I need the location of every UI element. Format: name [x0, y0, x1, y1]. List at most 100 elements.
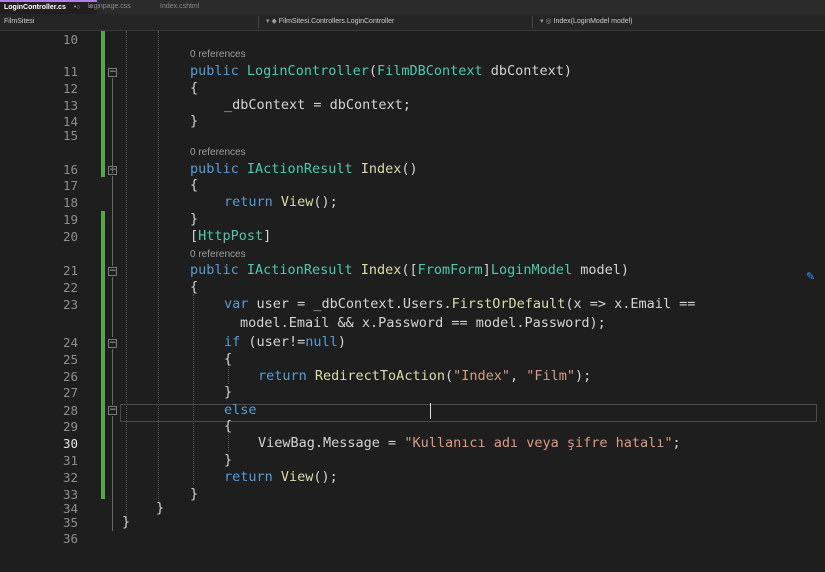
code-line-27[interactable]: }: [224, 384, 232, 400]
chevron-down-icon: ▾ ◎: [540, 18, 554, 25]
code-lens-references[interactable]: 0 references: [190, 249, 246, 260]
code-text: dbContext): [482, 63, 573, 79]
text-caret: [430, 403, 431, 419]
code-line-12[interactable]: {: [190, 80, 198, 96]
line-number: 20: [62, 229, 78, 244]
code-line-16[interactable]: public IActionResult Index(): [190, 161, 418, 177]
keyword: null: [305, 334, 338, 350]
project-label: FilmSitesi: [4, 18, 35, 25]
punct: ]: [263, 228, 272, 244]
line-number: 18: [62, 195, 78, 210]
line-number: 13: [62, 98, 78, 113]
code-lens-references[interactable]: 0 references: [190, 147, 246, 158]
method-name: FirstOrDefault: [451, 296, 566, 312]
tab-label: loginpage.css: [88, 3, 131, 10]
fold-icon[interactable]: −: [108, 406, 117, 415]
line-number: 32: [62, 470, 78, 485]
divider: [532, 16, 533, 28]
code-line-13[interactable]: _dbContext = dbContext;: [224, 97, 411, 113]
keyword: public: [190, 161, 239, 177]
tab-index-cshtml[interactable]: Index.cshtml: [156, 0, 203, 14]
change-bar: [101, 211, 105, 499]
attribute-name: FromForm: [417, 262, 483, 278]
code-line-24[interactable]: if (user!=null): [224, 334, 346, 350]
code-text: ();: [313, 469, 338, 485]
indent-guide: [126, 31, 127, 517]
method-name: Index: [352, 262, 402, 278]
tab-loginpage-css[interactable]: loginpage.css: [84, 0, 135, 14]
tab-logincontroller[interactable]: LoginController.cs •○ ×: [0, 0, 97, 14]
code-line-34[interactable]: }: [156, 500, 164, 516]
code-line-19[interactable]: }: [190, 211, 198, 227]
code-line-32[interactable]: return View();: [224, 469, 338, 485]
code-line-14[interactable]: }: [190, 113, 198, 129]
fold-rail: [112, 277, 113, 337]
code-line-11[interactable]: public LoginController(FilmDBContext dbC…: [190, 63, 572, 79]
tab-label: Index.cshtml: [160, 3, 200, 10]
line-number: 34: [62, 501, 78, 516]
punct: ;: [672, 435, 681, 451]
code-text: (x => x.Email ==: [565, 296, 696, 312]
code-lens-references[interactable]: 0 references: [190, 49, 246, 60]
method-name: View: [272, 194, 314, 210]
line-number: 33: [62, 487, 78, 502]
code-line-33[interactable]: }: [190, 486, 198, 502]
line-number: 36: [62, 531, 78, 546]
code-line-17[interactable]: {: [190, 177, 198, 193]
lightbulb-icon[interactable]: ✎: [806, 270, 815, 283]
fold-icon[interactable]: −: [108, 68, 117, 77]
method-name: RedirectToAction: [306, 368, 445, 384]
type-name: IActionResult: [246, 262, 353, 278]
code-line-18[interactable]: return View();: [224, 194, 338, 210]
punct: ,: [510, 368, 527, 384]
document-tab-bar: LoginController.cs •○ × loginpage.css In…: [0, 0, 825, 14]
line-number: 22: [62, 280, 78, 295]
fold-rail: [112, 416, 113, 531]
line-number: 10: [62, 32, 78, 47]
line-number: 26: [62, 369, 78, 384]
code-line-35[interactable]: }: [122, 514, 130, 530]
fold-icon[interactable]: −: [108, 267, 117, 276]
code-line-29[interactable]: {: [224, 418, 232, 434]
tab-label: LoginController.cs: [4, 4, 66, 11]
type-name: FilmDBContext: [376, 63, 483, 79]
code-line-25[interactable]: {: [224, 351, 232, 367]
code-text: (): [401, 161, 418, 177]
line-number: 21: [62, 263, 78, 278]
fold-icon[interactable]: −: [108, 339, 117, 348]
attribute-name: HttpPost: [198, 228, 264, 244]
code-line-22[interactable]: {: [190, 279, 198, 295]
code-line-20[interactable]: [HttpPost]: [190, 228, 271, 244]
line-number-current: 30: [62, 436, 78, 451]
code-line-21[interactable]: public IActionResult Index([FromForm]Log…: [190, 262, 629, 278]
member-label: Index(LoginModel model): [553, 18, 633, 25]
punct: ): [337, 334, 346, 350]
line-number: 31: [62, 453, 78, 468]
line-number: 17: [62, 178, 78, 193]
code-text: ViewBag.Message =: [258, 435, 405, 451]
member-dropdown[interactable]: ▾ ◎ Index(LoginModel model): [540, 14, 633, 30]
code-line-30[interactable]: ViewBag.Message = "Kullanıcı adı veya şi…: [258, 435, 681, 451]
punct: );: [575, 368, 592, 384]
type-dropdown[interactable]: ▾ ◆ FilmSitesi.Controllers.LoginControll…: [266, 14, 394, 30]
code-text: model): [572, 262, 629, 278]
code-line-31[interactable]: }: [224, 452, 232, 468]
line-number: 15: [62, 128, 78, 143]
keyword: if: [224, 334, 241, 350]
code-line-23-wrap[interactable]: model.Email && x.Password == model.Passw…: [240, 315, 606, 331]
pin-icon[interactable]: •○: [74, 4, 81, 11]
code-line-28[interactable]: else: [224, 402, 257, 418]
type-name: IActionResult: [246, 161, 353, 177]
line-number: 29: [62, 419, 78, 434]
project-dropdown[interactable]: FilmSitesi: [4, 14, 34, 30]
string-literal: "Film": [526, 368, 576, 384]
navigation-bar: FilmSitesi ▾ ◆ FilmSitesi.Controllers.Lo…: [0, 14, 825, 31]
code-text: user = _dbContext.Users.: [248, 296, 452, 312]
code-line-26[interactable]: return RedirectToAction("Index", "Film")…: [258, 368, 591, 384]
code-line-23[interactable]: var user = _dbContext.Users.FirstOrDefau…: [224, 296, 695, 312]
change-bar: [101, 31, 105, 177]
fold-rail: [112, 176, 113, 266]
fold-rail: [112, 78, 113, 173]
line-number: 14: [62, 114, 78, 129]
indent-guide: [193, 294, 194, 484]
